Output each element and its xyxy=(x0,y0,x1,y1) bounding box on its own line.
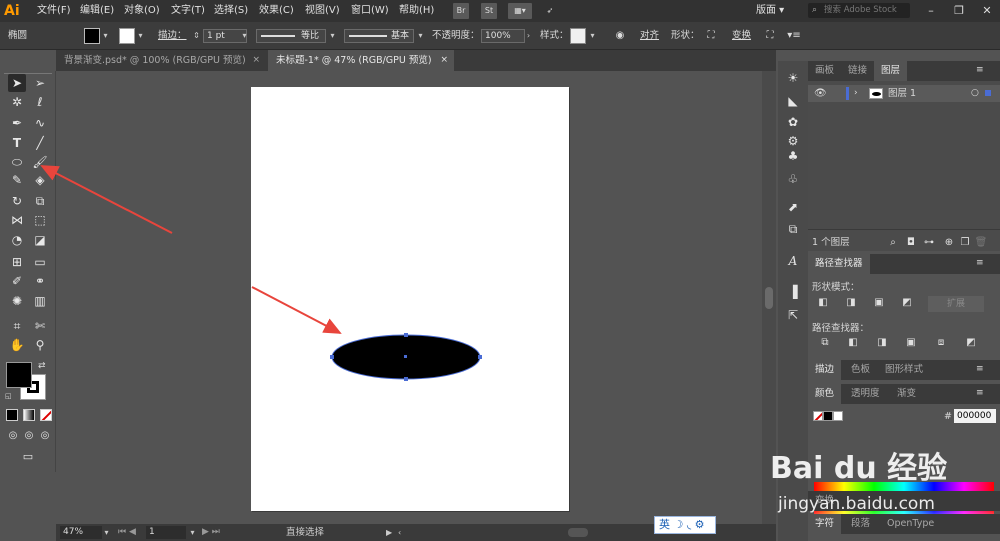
merge-icon[interactable]: ◨ xyxy=(875,336,889,350)
tab-links[interactable]: 链接 xyxy=(841,61,874,81)
new-layer-icon[interactable]: ⊕ xyxy=(942,236,956,250)
color-panel-menu-icon[interactable]: ≡ xyxy=(976,388,984,398)
pathfinder-panel-menu-icon[interactable]: ≡ xyxy=(976,258,984,268)
tab-artboards[interactable]: 画板 xyxy=(808,61,841,81)
expand-button[interactable]: 扩展 xyxy=(928,296,984,312)
locate-object-icon[interactable]: ⌕ xyxy=(886,236,900,250)
exclude-icon[interactable]: ◩ xyxy=(900,296,914,310)
duplicate-layer-icon[interactable]: ❐ xyxy=(958,236,972,250)
layer-selection-indicator xyxy=(985,90,991,96)
watermark-logo: Bai du 经验 xyxy=(770,451,948,486)
ime-language-label: 英 xyxy=(659,518,670,531)
tab-swatches[interactable]: 色板 xyxy=(844,360,877,380)
swatch-libraries-icon[interactable]: ◣ xyxy=(784,92,802,110)
export-icon[interactable]: ⇱ xyxy=(784,306,802,324)
character-styles-icon[interactable]: A xyxy=(784,252,802,270)
pathfinders-label: 路径查找器： xyxy=(812,323,870,334)
artboard-dropdown-icon[interactable]: ▾ xyxy=(188,526,197,538)
layer-count: 1 个图层 xyxy=(812,237,850,248)
graphic-styles-icon[interactable]: ♧ xyxy=(784,170,802,188)
color-panel-header: 颜色 透明度 渐变 ≡ xyxy=(808,384,1000,404)
layer-name[interactable]: 图层 1 xyxy=(888,87,916,100)
tab-gradient[interactable]: 渐变 xyxy=(890,384,923,404)
expand-layer-icon[interactable]: › xyxy=(854,87,858,100)
layer-color-bar xyxy=(846,87,849,100)
tab-color[interactable]: 颜色 xyxy=(808,384,842,404)
stroke-panel-header: 描边 色板 图形样式 ≡ xyxy=(808,360,1000,380)
asset-export-icon[interactable]: ⬈ xyxy=(784,198,802,216)
layers-footer: 1 个图层 ⌕ ◘ ⊶ ⊕ ❐ 🗑 xyxy=(808,235,1000,251)
zoom-field[interactable]: 47% xyxy=(60,526,102,539)
layers-panel-menu-icon[interactable]: ≡ xyxy=(976,65,984,75)
hex-label: # xyxy=(944,411,952,422)
color-white-swatch[interactable] xyxy=(833,411,843,421)
horizontal-scroll-thumb[interactable] xyxy=(568,528,588,537)
layers-panel-header: 画板 链接 图层 ≡ xyxy=(808,61,1000,81)
stroke-panel-menu-icon[interactable]: ≡ xyxy=(976,364,984,374)
scroll-left-icon[interactable]: ‹ xyxy=(398,526,401,539)
ime-toolbar[interactable]: 英 ☽ ◟ ⚙ xyxy=(654,516,716,534)
color-none-swatch[interactable] xyxy=(813,411,823,421)
target-circle-icon[interactable]: ○ xyxy=(971,87,979,100)
intersect-icon[interactable]: ▣ xyxy=(872,296,886,310)
tab-transparency[interactable]: 透明度 xyxy=(844,384,887,404)
anchor-point xyxy=(404,377,408,381)
artboard-number-field[interactable]: 1 xyxy=(146,526,186,539)
color-guide-icon[interactable]: ☀ xyxy=(784,69,802,87)
align-icon[interactable]: ▐ xyxy=(784,283,802,301)
new-sublayer-icon[interactable]: ⊶ xyxy=(922,236,936,250)
links-icon[interactable]: ⧉ xyxy=(784,220,802,238)
annotation-arrow-ellipse-tool xyxy=(40,165,173,234)
tab-layers[interactable]: 图层 xyxy=(874,61,908,81)
hex-input[interactable]: 000000 xyxy=(954,409,996,423)
prev-artboard-icon[interactable]: ⏮ ◀ xyxy=(118,526,136,539)
trim-icon[interactable]: ◧ xyxy=(846,336,860,350)
minus-front-icon[interactable]: ◨ xyxy=(844,296,858,310)
color-black-swatch[interactable] xyxy=(823,411,833,421)
scrollbar-thumb[interactable] xyxy=(765,287,773,309)
unite-icon[interactable]: ◧ xyxy=(816,296,830,310)
next-artboard-icon[interactable]: ▶ ⏭ xyxy=(202,526,220,539)
status-tool-text: 直接选择 xyxy=(286,527,325,538)
minus-back-icon[interactable]: ◩ xyxy=(964,336,978,350)
zoom-dropdown-icon[interactable]: ▾ xyxy=(102,526,111,538)
pathfinder-panel-header: 路径查找器 ≡ xyxy=(808,254,1000,274)
tab-graphic-styles[interactable]: 图形样式 xyxy=(878,360,930,380)
tab-stroke[interactable]: 描边 xyxy=(808,360,842,380)
anchor-point xyxy=(404,333,408,337)
layer-row[interactable]: 👁 › 图层 1 ○ xyxy=(808,85,1000,102)
baidu-watermark: Bai du 经验 jingyan.baidu.com xyxy=(770,452,1000,522)
layers-panel-body: 👁 › 图层 1 ○ xyxy=(808,81,1000,239)
anchor-point xyxy=(330,355,334,359)
outline-icon[interactable]: ⧈ xyxy=(934,336,948,350)
divide-icon[interactable]: ⧉ xyxy=(818,336,832,350)
delete-layer-icon[interactable]: 🗑 xyxy=(974,236,988,250)
tab-pathfinder[interactable]: 路径查找器 xyxy=(808,254,870,274)
center-point xyxy=(404,355,407,358)
crop-icon[interactable]: ▣ xyxy=(904,336,918,350)
annotation-arrow-ellipse xyxy=(251,286,342,334)
watermark-url: jingyan.baidu.com xyxy=(778,494,935,514)
layer-thumbnail xyxy=(869,88,883,99)
pathfinder-panel-body: 形状模式： ◧ ◨ ▣ ◩ 扩展 路径查找器： ⧉ ◧ ◨ ▣ ⧈ ◩ xyxy=(808,274,1000,356)
status-menu-icon[interactable]: ▶ xyxy=(386,526,392,539)
brushes-icon[interactable]: ✿ xyxy=(784,113,802,131)
symbols-icon[interactable]: ♣ xyxy=(784,147,802,165)
shape-modes-label: 形状模式： xyxy=(812,282,860,293)
make-clipping-mask-icon[interactable]: ◘ xyxy=(904,236,918,250)
anchor-point xyxy=(478,355,482,359)
visibility-eye-icon[interactable]: 👁 xyxy=(814,87,827,100)
